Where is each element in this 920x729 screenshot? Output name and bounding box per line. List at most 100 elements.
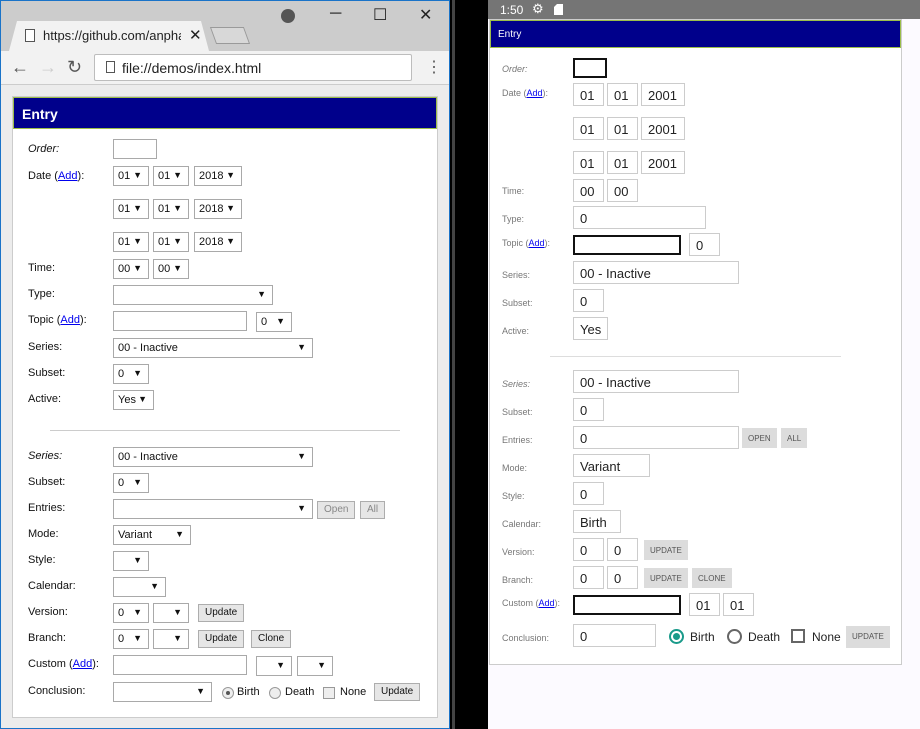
version-a-select[interactable]: 0 ▼ — [113, 603, 149, 623]
a-custom-b[interactable]: 01 — [723, 593, 754, 616]
subset2-select[interactable]: 0 ▼ — [113, 473, 149, 493]
forward-icon[interactable]: → — [39, 57, 57, 78]
a-custom-add-link[interactable]: Add — [539, 598, 555, 608]
date2-year-select[interactable]: 2018 ▼ — [194, 199, 242, 219]
a-mode-select[interactable]: Variant — [573, 454, 650, 477]
series-select[interactable]: 00 - Inactive ▼ — [113, 338, 313, 358]
a-active-select[interactable]: Yes — [573, 317, 608, 340]
a-series-select[interactable]: 00 - Inactive — [573, 261, 739, 284]
time-minute-select[interactable]: 00 ▼ — [153, 259, 189, 279]
a-open-button[interactable]: OPEN — [742, 428, 777, 448]
a-birth-radio[interactable] — [669, 629, 684, 644]
branch-b-select[interactable]: ▼ — [153, 629, 189, 649]
a-date1-month[interactable]: 01 — [607, 83, 638, 106]
a-clone-button[interactable]: CLONE — [692, 568, 732, 588]
date2-month-select[interactable]: 01 ▼ — [153, 199, 189, 219]
date-add-link[interactable]: Add — [58, 170, 78, 182]
birth-radio[interactable] — [222, 687, 234, 699]
a-date2-month[interactable]: 01 — [607, 117, 638, 140]
entries-select[interactable]: ▼ — [113, 499, 313, 519]
a-date1-year[interactable]: 2001 — [641, 83, 685, 106]
a-conclusion-update-button[interactable]: UPDATE — [846, 626, 890, 648]
conclusion-update-button[interactable]: Update — [374, 683, 421, 701]
a-order-input[interactable] — [573, 58, 607, 78]
none-checkbox[interactable] — [323, 687, 335, 699]
a-version-update-button[interactable]: UPDATE — [644, 540, 688, 560]
date2-day-select[interactable]: 01 ▼ — [113, 199, 149, 219]
topic-number-select[interactable]: 0 ▼ — [256, 312, 292, 332]
time-hour-select[interactable]: 00 ▼ — [113, 259, 149, 279]
topic-input[interactable] — [113, 311, 247, 331]
a-version-a[interactable]: 0 — [573, 538, 604, 561]
a-conclusion-select[interactable]: 0 — [573, 624, 656, 647]
date3-year-select[interactable]: 2018 ▼ — [194, 232, 242, 252]
a-date3-month[interactable]: 01 — [607, 151, 638, 174]
clone-button[interactable]: Clone — [251, 630, 292, 648]
style-select[interactable]: ▼ — [113, 551, 149, 571]
a-topic-add-link[interactable]: Add — [529, 238, 545, 248]
browser-tab[interactable]: https://github.com/anpha ✕ — [9, 21, 209, 51]
date1-month-select[interactable]: 01 ▼ — [153, 166, 189, 186]
death-radio[interactable] — [269, 687, 281, 699]
a-date3-day[interactable]: 01 — [573, 151, 604, 174]
a-date2-year[interactable]: 2001 — [641, 117, 685, 140]
reload-icon[interactable]: ↻ — [67, 57, 82, 78]
version-b-select[interactable]: ▼ — [153, 603, 189, 623]
date1-year-select[interactable]: 2018 ▼ — [194, 166, 242, 186]
topic-add-link[interactable]: Add — [60, 314, 80, 326]
a-branch-a[interactable]: 0 — [573, 566, 604, 589]
a-date1-day[interactable]: 01 — [573, 83, 604, 106]
menu-icon[interactable]: ⋮ — [426, 57, 442, 77]
a-none-checkbox[interactable] — [791, 629, 805, 643]
date1-day-select[interactable]: 01 ▼ — [113, 166, 149, 186]
a-custom-a[interactable]: 01 — [689, 593, 720, 616]
a-calendar-select[interactable]: Birth — [573, 510, 621, 533]
a-subset2-select[interactable]: 0 — [573, 398, 604, 421]
a-topic-number[interactable]: 0 — [689, 233, 720, 256]
subset-select[interactable]: 0 ▼ — [113, 364, 149, 384]
series2-select[interactable]: 00 - Inactive ▼ — [113, 447, 313, 467]
type-select[interactable]: ▼ — [113, 285, 273, 305]
a-date3-year[interactable]: 2001 — [641, 151, 685, 174]
maximize-icon[interactable]: ☐ — [373, 5, 387, 25]
back-icon[interactable]: ← — [11, 57, 29, 78]
new-tab-button[interactable] — [209, 27, 251, 44]
a-style-select[interactable]: 0 — [573, 482, 604, 505]
a-entries-select[interactable]: 0 — [573, 426, 739, 449]
a-all-button[interactable]: ALL — [781, 428, 808, 448]
close-window-icon[interactable]: ✕ — [419, 5, 432, 25]
a-branch-b[interactable]: 0 — [607, 566, 638, 589]
a-branch-update-button[interactable]: UPDATE — [644, 568, 688, 588]
a-topic-input[interactable] — [573, 235, 681, 255]
date3-month-select[interactable]: 01 ▼ — [153, 232, 189, 252]
a-type-select[interactable]: 0 — [573, 206, 706, 229]
custom-a-select[interactable]: ▼ — [256, 656, 292, 676]
open-button[interactable]: Open — [317, 501, 356, 519]
a-version-b[interactable]: 0 — [607, 538, 638, 561]
a-date-add-link[interactable]: Add — [527, 88, 543, 98]
profile-icon[interactable] — [281, 9, 295, 23]
custom-b-select[interactable]: ▼ — [297, 656, 333, 676]
a-series2-select[interactable]: 00 - Inactive — [573, 370, 739, 393]
minimize-icon[interactable]: ─ — [330, 5, 341, 23]
custom-input[interactable] — [113, 655, 247, 675]
a-time-minute[interactable]: 00 — [607, 179, 638, 202]
close-tab-icon[interactable]: ✕ — [189, 26, 202, 44]
a-time-hour[interactable]: 00 — [573, 179, 604, 202]
a-subset-select[interactable]: 0 — [573, 289, 604, 312]
calendar-select[interactable]: ▼ — [113, 577, 166, 597]
a-death-radio[interactable] — [727, 629, 742, 644]
order-input[interactable] — [113, 139, 157, 159]
custom-add-link[interactable]: Add — [73, 658, 93, 670]
a-custom-input[interactable] — [573, 595, 681, 615]
address-bar[interactable]: file://demos/index.html — [94, 54, 412, 81]
all-button[interactable]: All — [360, 501, 386, 519]
mode-select[interactable]: Variant ▼ — [113, 525, 191, 545]
date3-day-select[interactable]: 01 ▼ — [113, 232, 149, 252]
branch-a-select[interactable]: 0 ▼ — [113, 629, 149, 649]
a-date2-day[interactable]: 01 — [573, 117, 604, 140]
active-select[interactable]: Yes ▼ — [113, 390, 154, 410]
version-update-button[interactable]: Update — [198, 604, 245, 622]
branch-update-button[interactable]: Update — [198, 630, 245, 648]
conclusion-select[interactable]: ▼ — [113, 682, 212, 702]
